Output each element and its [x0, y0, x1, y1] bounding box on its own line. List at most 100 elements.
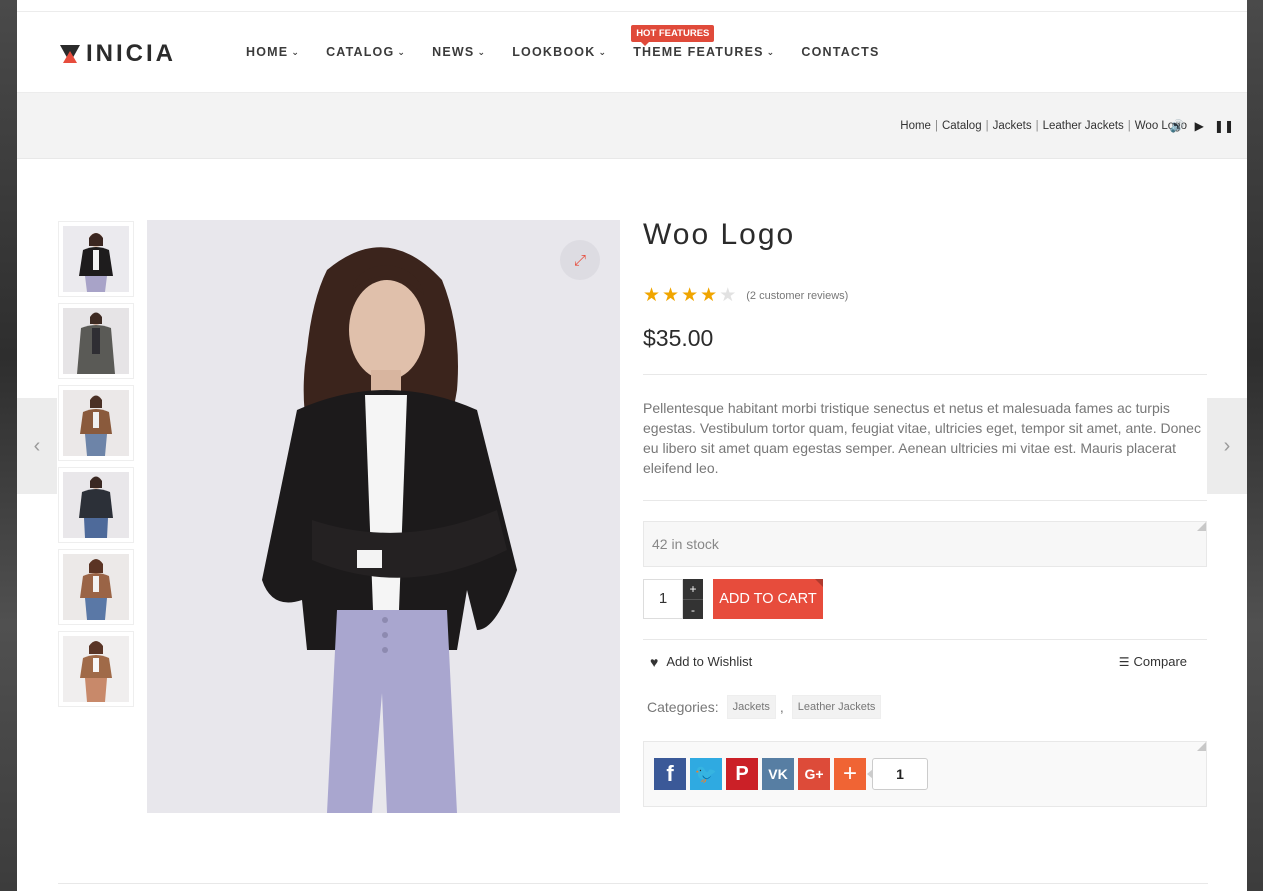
add-to-wishlist-link[interactable]: ♥ Add to Wishlist [650, 654, 752, 670]
star-empty-icon: ★ [719, 285, 737, 306]
product-price: $35.00 [643, 325, 714, 351]
compare-label: Compare [1133, 654, 1187, 669]
star-icon: ★ [662, 285, 680, 306]
vk-share-button[interactable]: VK [762, 758, 794, 790]
chevron-down-icon: ⌄ [397, 47, 407, 57]
product-thumbnail[interactable] [58, 303, 134, 379]
product-categories: Categories: Jackets , Leather Jackets [643, 695, 1207, 719]
stock-status: 42 in stock [643, 521, 1207, 567]
next-product-arrow[interactable]: › [1207, 398, 1247, 494]
breadcrumb-jackets[interactable]: Jackets [993, 120, 1032, 132]
logo[interactable]: INICIA [60, 40, 176, 68]
quantity-input[interactable]: 1 [643, 579, 683, 619]
hot-features-badge: HOT FEATURES [631, 25, 715, 46]
wishlist-label: Add to Wishlist [666, 654, 753, 669]
product-thumbnail[interactable] [58, 467, 134, 543]
facebook-icon: f [666, 761, 674, 786]
twitter-share-button[interactable]: 🐦 [690, 758, 722, 790]
expand-icon: ⤢ [573, 251, 586, 269]
logo-text: INICIA [86, 40, 176, 67]
star-rating: ★ ★ ★ ★ ★ [643, 284, 738, 307]
expand-image-button[interactable]: ⤢ [560, 240, 600, 280]
background-left [0, 0, 17, 891]
share-count: 1 [867, 758, 928, 790]
thumbnail-image [63, 308, 129, 374]
background-right [1247, 0, 1263, 891]
page: INICIA HOME ⌄ CATALOG ⌄ NEWS ⌄ LOOKBOOK ⌄ HO… [17, 0, 1247, 891]
chevron-left-icon: ‹ [33, 434, 41, 457]
chevron-right-icon: › [1223, 434, 1231, 457]
product-thumbnail[interactable] [58, 221, 134, 297]
facebook-share-button[interactable]: f [654, 758, 686, 790]
category-tag[interactable]: Leather Jackets [791, 695, 882, 719]
wishlist-compare-row: ♥ Add to Wishlist ☰ Compare [643, 639, 1207, 683]
corner-fold [1197, 742, 1206, 751]
add-to-cart-form: 1 + - ADD TO CART [643, 579, 1207, 619]
site-header: INICIA HOME ⌄ CATALOG ⌄ NEWS ⌄ LOOKBOOK ⌄ HO… [17, 12, 1247, 92]
plus-icon: + [842, 760, 857, 787]
breadcrumb-leather-jackets[interactable]: Leather Jackets [1043, 120, 1124, 132]
product-summary: Woo Logo ★ ★ ★ ★ ★ (2 customer reviews) $35.… [643, 218, 1207, 807]
divider [643, 500, 1207, 501]
product-thumbnail[interactable] [58, 549, 134, 625]
top-bar [17, 0, 1247, 12]
product-description: Pellentesque habitant morbi tristique se… [643, 400, 1201, 476]
chevron-down-icon: ⌄ [291, 47, 301, 57]
social-share: f 🐦 P VK G+ + 1 [643, 741, 1207, 807]
divider [643, 374, 1207, 375]
compare-icon: ☰ [1118, 654, 1130, 669]
main-nav: HOME ⌄ CATALOG ⌄ NEWS ⌄ LOOKBOOK ⌄ HOT FEATU… [246, 25, 906, 59]
corner-fold [1197, 522, 1206, 531]
vk-icon: VK [768, 766, 788, 782]
quantity-decrease-button[interactable]: - [683, 599, 703, 619]
nav-item-theme-features[interactable]: HOT FEATURES THEME FEATURES ⌄ [631, 25, 776, 59]
compare-link[interactable]: ☰ Compare [1119, 654, 1187, 669]
product-thumbnail[interactable] [58, 385, 134, 461]
nav-item-catalog[interactable]: CATALOG ⌄ [326, 45, 406, 59]
add-to-cart-button[interactable]: ADD TO CART [713, 579, 823, 619]
pinterest-share-button[interactable]: P [726, 758, 758, 790]
googleplus-share-button[interactable]: G+ [798, 758, 830, 790]
chevron-down-icon: ⌄ [766, 47, 776, 57]
quantity-increase-button[interactable]: + [683, 579, 703, 599]
heart-icon: ♥ [650, 653, 659, 670]
pause-icon[interactable]: ❚❚ [1214, 119, 1234, 133]
nav-item-news[interactable]: NEWS ⌄ [432, 45, 486, 59]
product-thumbnail[interactable] [58, 631, 134, 707]
category-tag[interactable]: Jackets [726, 695, 776, 719]
page-title-bar: Home | Catalog | Jackets | Leather Jackets |… [17, 92, 1247, 159]
thumbnail-image [63, 554, 129, 620]
logo-mark-icon [60, 43, 86, 65]
twitter-icon: 🐦 [694, 763, 718, 784]
googleplus-icon: G+ [804, 766, 824, 782]
nav-item-lookbook[interactable]: LOOKBOOK ⌄ [512, 45, 607, 59]
thumbnail-image [63, 636, 129, 702]
categories-label: Categories: [647, 699, 719, 715]
product-title: Woo Logo [643, 218, 796, 251]
thumbnail-image [63, 226, 129, 292]
volume-icon[interactable]: 🔊 [1170, 119, 1185, 133]
star-icon: ★ [700, 285, 718, 306]
breadcrumb: Home | Catalog | Jackets | Leather Jackets |… [900, 120, 1187, 132]
stock-text: 42 in stock [652, 536, 719, 552]
prev-product-arrow[interactable]: ‹ [17, 398, 57, 494]
thumbnail-image [63, 390, 129, 456]
separator: , [779, 699, 784, 715]
media-controls: 🔊 ▶ ❚❚ [1170, 119, 1234, 133]
nav-item-home[interactable]: HOME ⌄ [246, 45, 300, 59]
nav-item-contacts[interactable]: CONTACTS [801, 45, 879, 59]
chevron-down-icon: ⌄ [598, 47, 608, 57]
more-share-button[interactable]: + [834, 758, 866, 790]
product-rating: ★ ★ ★ ★ ★ (2 customer reviews) [643, 284, 1207, 307]
star-icon: ★ [643, 285, 661, 306]
breadcrumb-home[interactable]: Home [900, 120, 931, 132]
star-icon: ★ [681, 285, 699, 306]
chevron-down-icon: ⌄ [477, 47, 487, 57]
product-main-image[interactable]: ⤢ [147, 220, 620, 813]
breadcrumb-catalog[interactable]: Catalog [942, 120, 982, 132]
product-photo [147, 220, 620, 813]
thumbnail-image [63, 472, 129, 538]
divider [58, 883, 1208, 891]
reviews-link[interactable]: (2 customer reviews) [746, 290, 848, 302]
play-icon[interactable]: ▶ [1195, 119, 1204, 133]
